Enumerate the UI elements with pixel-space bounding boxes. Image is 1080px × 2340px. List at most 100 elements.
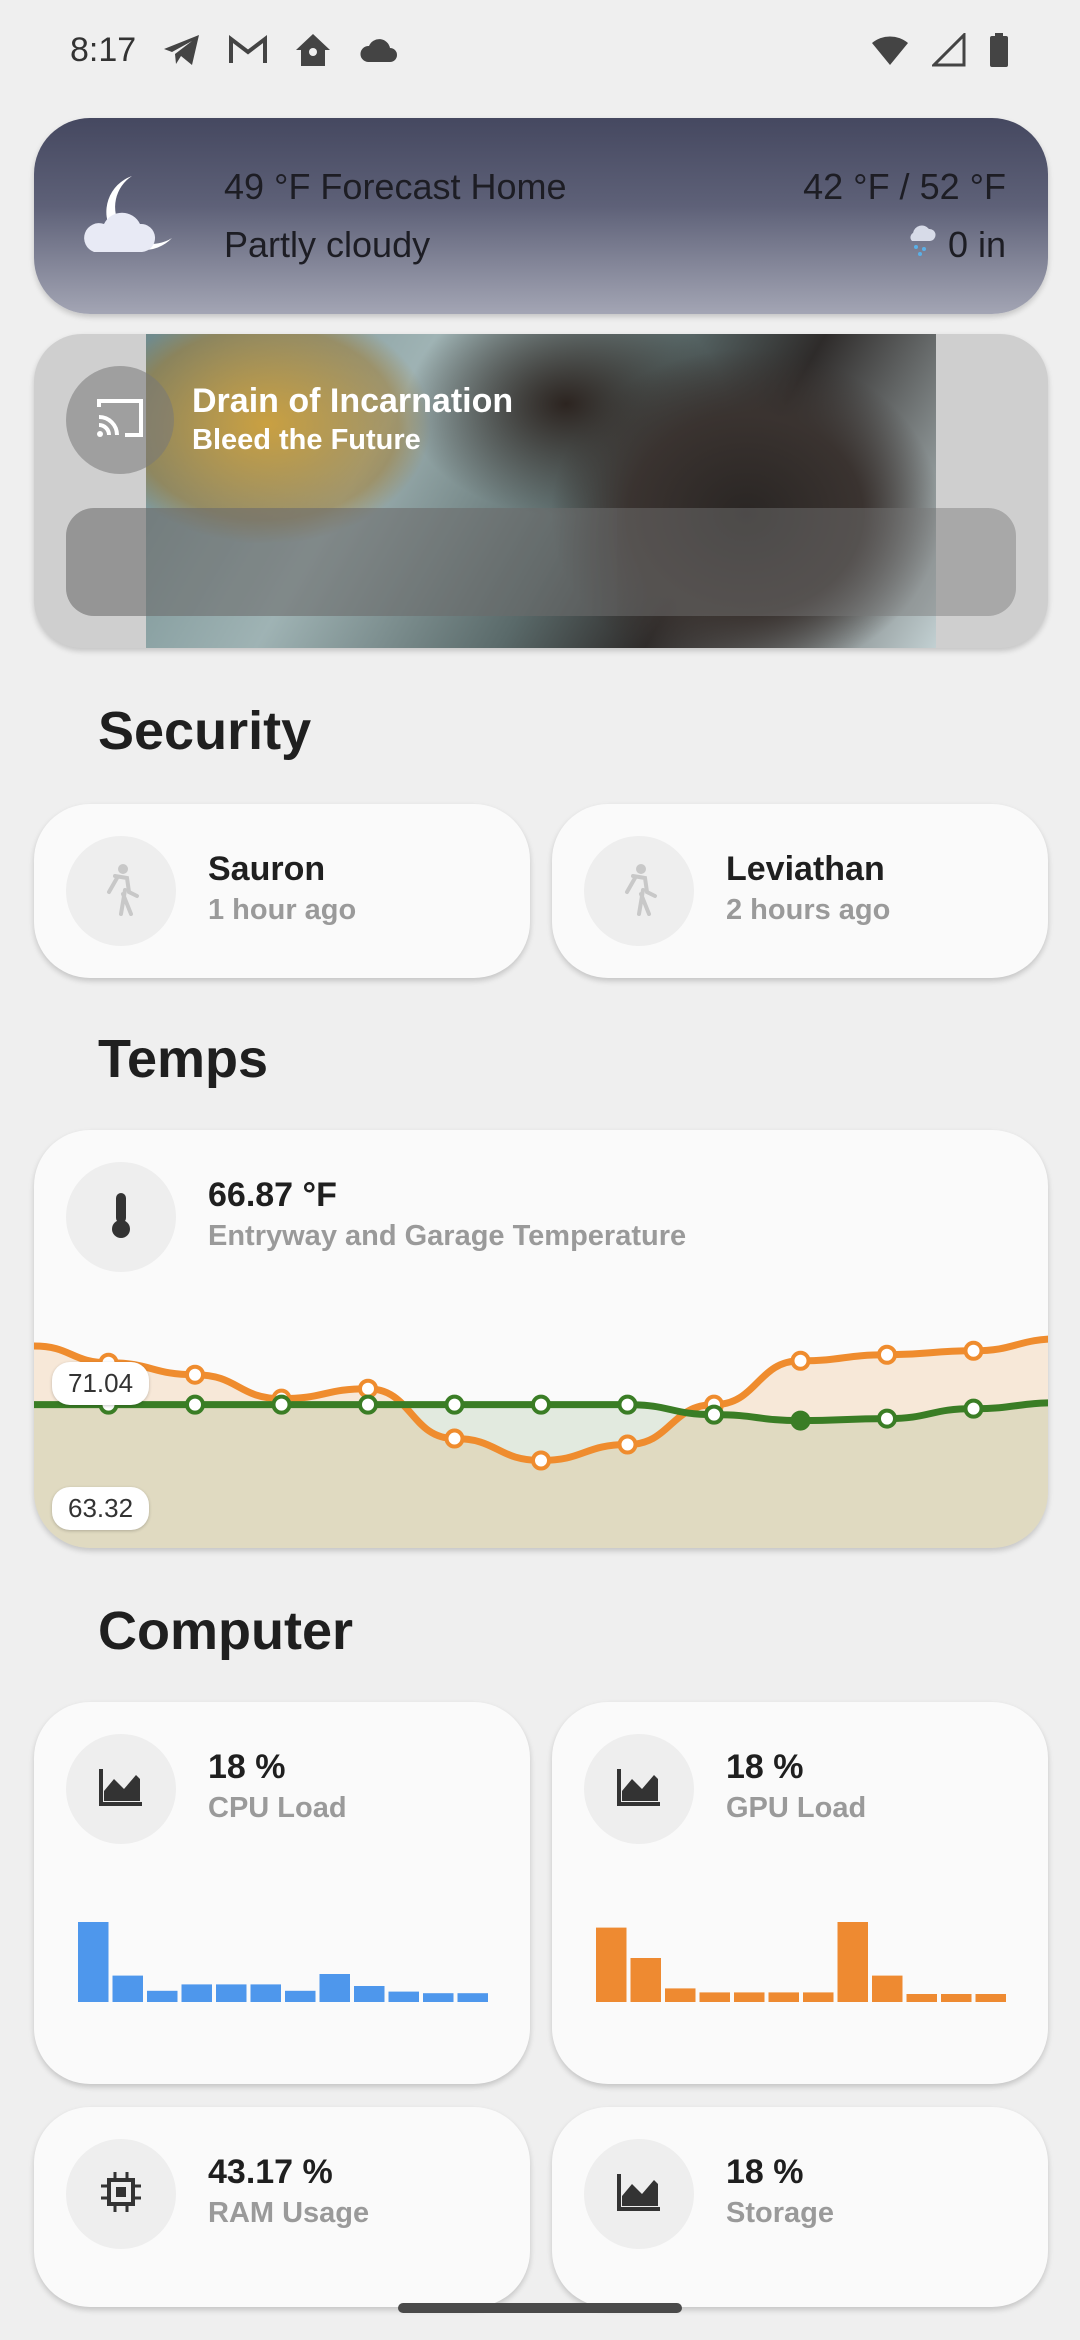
bar (872, 1975, 903, 2002)
icon-holder (66, 836, 176, 946)
home-indicator[interactable] (398, 2303, 682, 2313)
bar (319, 1974, 350, 2002)
weather-card[interactable]: 49 °F Forecast Home Partly cloudy 42 °F … (34, 118, 1048, 314)
ram-usage-value: 43.17 % (208, 2153, 333, 2191)
ram-usage-label: RAM Usage (208, 2197, 370, 2229)
weather-summary: 49 °F Forecast Home (224, 166, 567, 207)
rain-cloud-icon (906, 224, 938, 266)
area-chart-icon (98, 1767, 144, 1812)
bar (388, 1991, 419, 2002)
bar (803, 1992, 834, 2002)
data-point[interactable] (790, 1410, 811, 1431)
gpu-load-label: GPU Load (726, 1792, 867, 1824)
media-progress-bar[interactable] (66, 508, 1016, 616)
storage-tile[interactable]: 18 % Storage (552, 2107, 1048, 2307)
data-point[interactable] (185, 1364, 205, 1385)
temperature-value: 66.87 °F (208, 1176, 337, 1214)
data-point[interactable] (531, 1394, 551, 1415)
data-point[interactable] (358, 1394, 378, 1415)
moon-cloud-icon (80, 168, 180, 269)
bar (665, 1988, 696, 2002)
section-title-computer: Computer (98, 1601, 353, 1661)
gmail-icon (228, 34, 268, 66)
bar (975, 1994, 1006, 2002)
icon-holder (66, 1162, 176, 1272)
section-title-temps: Temps (98, 1029, 269, 1089)
bar (457, 1993, 488, 2002)
security-name: Leviathan (726, 850, 885, 888)
icon-holder (584, 836, 694, 946)
icon-holder (584, 1734, 694, 1844)
ram-usage-tile[interactable]: 43.17 % RAM Usage (34, 2107, 530, 2307)
data-point[interactable] (877, 1408, 897, 1429)
bar (768, 1992, 799, 2002)
bar (181, 1984, 212, 2002)
icon-holder (584, 2139, 694, 2249)
bar (354, 1986, 385, 2002)
data-point[interactable] (617, 1394, 638, 1415)
bar (734, 1992, 765, 2002)
storage-label: Storage (726, 2197, 834, 2229)
bar (112, 1975, 143, 2002)
data-point[interactable] (185, 1394, 205, 1415)
icon-holder (66, 2139, 176, 2249)
status-bar: 8:17 (0, 0, 1080, 100)
cpu-load-tile[interactable]: 18 % CPU Load (34, 1702, 530, 2084)
bar (630, 1958, 661, 2002)
bar (837, 1922, 868, 2002)
thermometer-icon (108, 1191, 134, 1244)
data-point[interactable] (444, 1428, 465, 1449)
bar (285, 1990, 316, 2002)
area-chart-icon (616, 2172, 662, 2217)
data-point[interactable] (358, 1378, 378, 1399)
wifi-icon (870, 33, 910, 67)
bar (906, 1994, 937, 2002)
weather-condition: Partly cloudy (224, 224, 431, 265)
gpu-load-value: 18 % (726, 1748, 804, 1786)
cell-signal-icon (932, 33, 966, 67)
media-title: Drain of Incarnation (192, 382, 514, 420)
cpu-chip-icon (99, 2170, 143, 2219)
bar (596, 1927, 627, 2002)
gpu-load-tile[interactable]: 18 % GPU Load (552, 1702, 1048, 2084)
media-progress-fill (66, 508, 617, 616)
temperature-chart (34, 1335, 1048, 1548)
cast-button[interactable] (66, 366, 174, 474)
media-player-card[interactable]: Drain of Incarnation Bleed the Future (34, 334, 1048, 648)
cast-icon (93, 395, 147, 446)
chart-min-label: 63.32 (52, 1487, 150, 1530)
data-point[interactable] (444, 1394, 465, 1415)
security-time: 1 hour ago (208, 894, 357, 926)
status-time: 8:17 (70, 30, 137, 69)
walking-person-icon (101, 862, 141, 921)
data-point[interactable] (704, 1404, 724, 1425)
chart-max-label: 71.04 (52, 1362, 150, 1405)
walking-person-icon (619, 862, 659, 921)
temperature-card[interactable]: 66.87 °F Entryway and Garage Temperature… (34, 1130, 1048, 1548)
weather-temp-range: 42 °F / 52 °F (803, 166, 1006, 207)
precip-value: 0 in (947, 224, 1006, 265)
bar (699, 1992, 730, 2002)
cpu-load-value: 18 % (208, 1748, 286, 1786)
section-title-security: Security (98, 701, 312, 761)
security-tile-leviathan[interactable]: Leviathan 2 hours ago (552, 804, 1048, 978)
bar (147, 1990, 178, 2002)
data-point[interactable] (617, 1434, 638, 1455)
data-point[interactable] (963, 1398, 984, 1419)
icon-holder (66, 1734, 176, 1844)
data-point[interactable] (271, 1394, 292, 1415)
cpu-load-label: CPU Load (208, 1792, 347, 1824)
security-tile-sauron[interactable]: Sauron 1 hour ago (34, 804, 530, 978)
home-assistant-icon (294, 32, 332, 68)
bar (250, 1984, 281, 2002)
media-artist: Bleed the Future (192, 424, 421, 456)
data-point[interactable] (790, 1350, 811, 1371)
storage-value: 18 % (726, 2153, 804, 2191)
data-point[interactable] (531, 1450, 551, 1471)
gpu-load-bar-chart (596, 1922, 1006, 2002)
data-point[interactable] (877, 1344, 897, 1365)
bar (941, 1994, 972, 2002)
cloud-icon (358, 36, 398, 64)
data-point[interactable] (963, 1340, 984, 1361)
battery-icon (988, 32, 1010, 68)
